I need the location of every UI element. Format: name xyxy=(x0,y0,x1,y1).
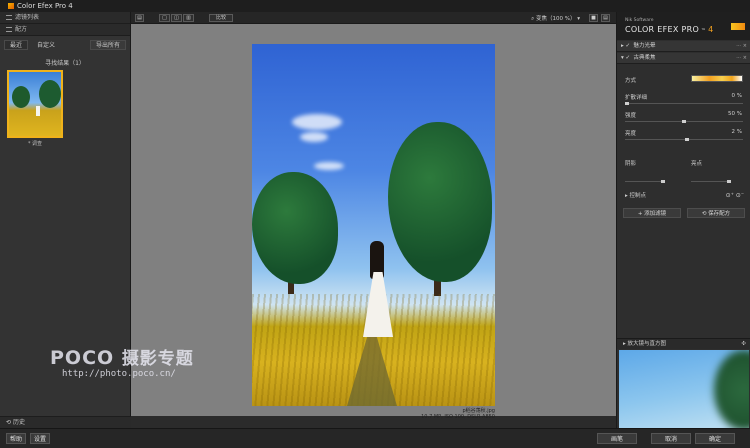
slider-handle[interactable] xyxy=(625,102,629,105)
diffuse-value: 0 % xyxy=(731,93,742,99)
thumbnail-label: * 调查 xyxy=(27,141,43,147)
watermark-brand: POCO xyxy=(50,347,115,369)
cloud xyxy=(292,114,342,130)
history-header[interactable]: ⟲ 历史 xyxy=(0,416,131,428)
strength-label: 强度 xyxy=(625,113,637,119)
watermark: POCO 摄影专题 http://photo.poco.cn/ xyxy=(50,344,194,379)
settings-button[interactable]: 设置 xyxy=(30,433,50,444)
image-canvas[interactable]: p稻谷荡秋.jpg 10.7 MP, ISO 100, DSLR-A850 xyxy=(131,24,616,420)
toggle-right-panel-icon[interactable]: ▤ xyxy=(601,14,610,22)
vendor-name: Nik Software xyxy=(625,18,654,23)
highlights-slider[interactable] xyxy=(691,180,731,183)
product-branding: Nik Software COLOR EFEX PRO ™ 4 xyxy=(617,12,750,40)
brightness-label: 亮度 xyxy=(625,131,637,137)
shadows-slider[interactable] xyxy=(625,180,665,183)
loupe-preview[interactable] xyxy=(619,350,749,428)
thumb-tree-right xyxy=(39,80,61,108)
strength-value: 50 % xyxy=(728,111,742,117)
slider-handle[interactable] xyxy=(661,180,665,183)
diffuse-label: 扩散详细 xyxy=(625,95,648,101)
recipes-header[interactable]: 配方 xyxy=(0,24,130,36)
ok-button[interactable]: 确定 xyxy=(695,433,735,444)
image-caption: p稻谷荡秋.jpg 10.7 MP, ISO 100, DSLR-A850 xyxy=(252,408,495,420)
strength-slider[interactable] xyxy=(625,120,743,123)
diffuse-slider[interactable] xyxy=(625,102,743,105)
help-button[interactable]: 帮助 xyxy=(6,433,26,444)
split-view-icon[interactable]: ◫ xyxy=(171,14,182,22)
highlights-label: 亮点 xyxy=(691,161,703,167)
filter-list-label: 滤镜列表 xyxy=(15,14,40,21)
collapse-arrow-icon[interactable]: ▾ xyxy=(621,55,624,61)
zoom-control[interactable]: ⌕ 变焦（100 %） ▾ xyxy=(531,14,580,23)
filter-tools-icon[interactable]: ⋯ × xyxy=(736,53,747,64)
filter-name: 古典柔焦 xyxy=(633,55,656,61)
toggle-left-panel-icon[interactable]: ▤ xyxy=(135,14,144,22)
watermark-url: http://photo.poco.cn/ xyxy=(62,369,176,379)
app-icon xyxy=(8,3,14,9)
recipes-icon xyxy=(6,27,12,32)
slider-handle[interactable] xyxy=(682,120,686,123)
zoom-label: 变焦（100 %） xyxy=(536,16,576,22)
toolbar: ▤ □ ◫ ▥ 比较 ⌕ 变焦（100 %） ▾ ■ ▤ xyxy=(131,12,616,24)
image-info: 10.7 MP, ISO 100, DSLR-A850 xyxy=(421,414,495,420)
window-title: Color Efex Pro 4 xyxy=(17,2,73,10)
tree-left xyxy=(252,172,338,284)
title-bar: Color Efex Pro 4 xyxy=(0,0,750,12)
tree-right xyxy=(388,122,492,282)
side-by-side-view-icon[interactable]: ▥ xyxy=(183,14,194,22)
filter-classical-soft-focus[interactable]: ▾ ✓ 古典柔焦 ⋯ × xyxy=(617,53,750,64)
recipe-thumbnail[interactable] xyxy=(7,70,63,138)
control-point-tools[interactable]: ⊙⁺ ⊙⁻ xyxy=(726,192,744,199)
shadows-label: 阴影 xyxy=(625,161,637,167)
product-name: COLOR EFEX PRO ™ 4 xyxy=(625,25,714,34)
list-icon xyxy=(6,15,12,20)
single-view-icon[interactable]: □ xyxy=(159,14,170,22)
recipes-label: 配方 xyxy=(15,26,28,33)
method-label: 方式 xyxy=(625,78,637,84)
pin-icon[interactable]: ✣ xyxy=(741,339,746,350)
right-panel: Nik Software COLOR EFEX PRO ™ 4 ▸ ✓ 魅力光晕 … xyxy=(616,12,750,428)
thumb-figure xyxy=(36,106,40,116)
slider-handle[interactable] xyxy=(685,138,689,141)
loupe-tree-detail xyxy=(714,350,749,428)
product-version: 4 xyxy=(708,25,714,34)
expand-arrow-icon[interactable]: ▸ xyxy=(621,43,624,49)
brightness-value: 2 % xyxy=(731,129,742,135)
history-icon: ⟲ xyxy=(6,419,13,426)
filter-glamour-glow[interactable]: ▸ ✓ 魅力光晕 ⋯ × xyxy=(617,41,750,52)
recipe-tabs: 最近 自定义 导出所有 xyxy=(0,36,130,50)
add-filter-button[interactable]: + 添加滤镜 xyxy=(623,208,681,218)
nik-logo-icon xyxy=(731,23,745,30)
filter-checkbox[interactable]: ✓ xyxy=(626,41,631,52)
control-points-label[interactable]: ▸ 控制点 xyxy=(625,191,646,199)
slider-handle[interactable] xyxy=(727,180,731,183)
cloud xyxy=(300,132,328,142)
export-all-button[interactable]: 导出所有 xyxy=(89,40,126,50)
tab-recent[interactable]: 最近 xyxy=(4,40,29,50)
remove-control-point-icon[interactable]: ⊙⁻ xyxy=(736,192,744,199)
background-toggle-icon[interactable]: ■ xyxy=(589,14,598,22)
save-recipe-button[interactable]: ⟲ 保存配方 xyxy=(687,208,745,218)
filter-name: 魅力光晕 xyxy=(633,43,656,49)
filter-list-header[interactable]: 滤镜列表 xyxy=(0,12,130,24)
filter-checkbox[interactable]: ✓ xyxy=(626,53,631,64)
tab-custom[interactable]: 自定义 xyxy=(31,40,61,50)
loupe-histogram-header[interactable]: ▸ 放大镜与直方图 ✣ xyxy=(617,338,750,349)
method-dropdown[interactable] xyxy=(691,75,743,82)
search-results-label: 寻找结果（1） xyxy=(45,60,85,67)
filter-tools-icon[interactable]: ⋯ × xyxy=(736,41,747,52)
add-control-point-icon[interactable]: ⊙⁺ xyxy=(726,192,734,199)
cancel-button[interactable]: 取消 xyxy=(651,433,691,444)
cloud xyxy=(314,162,344,170)
brightness-slider[interactable] xyxy=(625,138,743,141)
thumb-tree-left xyxy=(12,86,30,108)
brush-button[interactable]: 画笔 xyxy=(597,433,637,444)
compare-button[interactable]: 比较 xyxy=(209,14,233,22)
bottom-bar: 帮助 设置 画笔 取消 确定 xyxy=(0,428,750,448)
history-label: 历史 xyxy=(12,419,25,426)
watermark-brand-cn: 摄影专题 xyxy=(121,349,194,369)
preview-image[interactable] xyxy=(252,44,495,406)
